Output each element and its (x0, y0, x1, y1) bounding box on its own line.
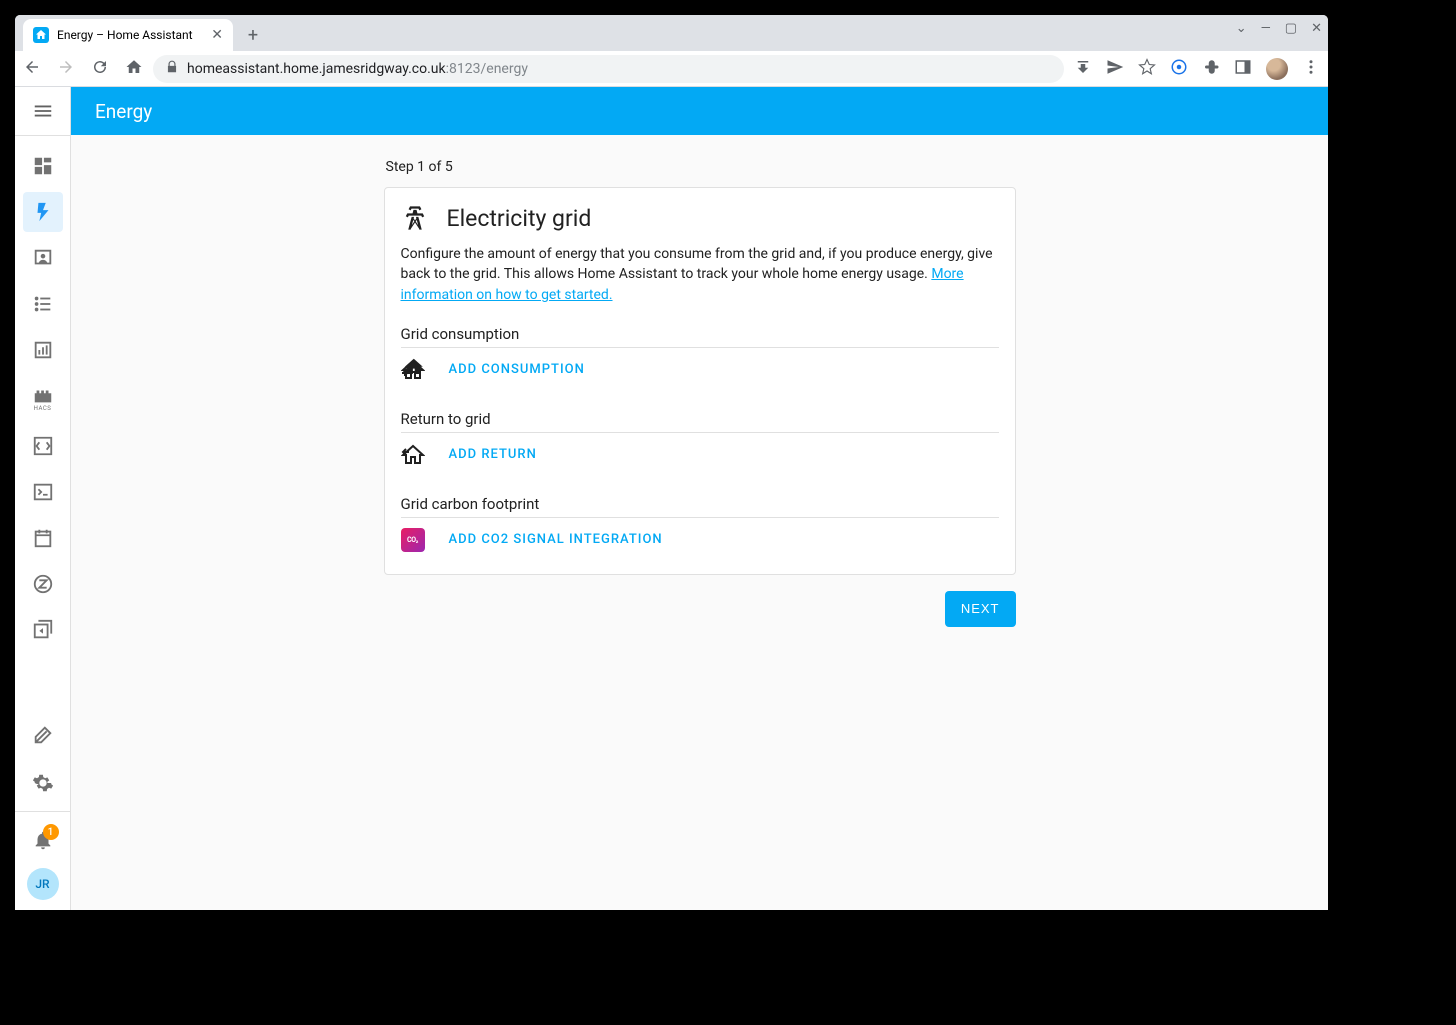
sidepanel-icon[interactable] (1234, 58, 1252, 80)
electricity-grid-card: Electricity grid Configure the amount of… (384, 187, 1016, 575)
transmission-tower-icon (401, 204, 429, 232)
password-manager-icon[interactable] (1170, 58, 1188, 80)
sidebar-item-media[interactable] (23, 610, 63, 650)
notification-badge: 1 (43, 824, 59, 840)
nav-back-icon[interactable] (23, 58, 41, 80)
menu-icon[interactable] (15, 87, 70, 135)
page-header: Energy (71, 87, 1328, 135)
sidebar-item-zigbee[interactable] (23, 564, 63, 604)
nav-reload-icon[interactable] (91, 58, 109, 80)
extensions-icon[interactable] (1202, 58, 1220, 80)
user-avatar[interactable]: JR (27, 868, 59, 900)
lock-icon (165, 60, 179, 77)
co2-signal-icon: CO₂ (401, 528, 425, 552)
sidebar-item-settings[interactable] (23, 763, 63, 803)
wizard-step-label: Step 1 of 5 (384, 159, 1016, 175)
window-close-icon[interactable]: ✕ (1311, 21, 1322, 36)
hacs-label: HACS (34, 405, 52, 412)
add-return-row[interactable]: Add return (401, 443, 999, 467)
add-return-label: Add return (449, 447, 537, 462)
send-icon[interactable] (1106, 58, 1124, 80)
browser-tab[interactable]: Energy – Home Assistant ✕ (23, 19, 233, 51)
page-title: Energy (95, 100, 152, 123)
nav-home-icon[interactable] (125, 58, 143, 80)
add-consumption-row[interactable]: Add consumption (401, 358, 999, 382)
add-co2-label: Add CO2 signal integration (449, 532, 663, 547)
nav-forward-icon (57, 58, 75, 80)
sidebar-item-overview[interactable] (23, 146, 63, 186)
add-consumption-label: Add consumption (449, 362, 585, 377)
sidebar-item-calendar[interactable] (23, 518, 63, 558)
ha-favicon (33, 27, 49, 43)
section-carbon-title: Grid carbon footprint (401, 495, 999, 513)
home-import-icon (401, 358, 425, 382)
install-app-icon[interactable] (1074, 58, 1092, 80)
sidebar-item-map[interactable] (23, 238, 63, 278)
tab-title: Energy – Home Assistant (57, 28, 193, 42)
sidebar-item-history[interactable] (23, 330, 63, 370)
card-description: Configure the amount of energy that you … (401, 244, 999, 305)
chevron-down-icon[interactable]: ⌄ (1236, 21, 1247, 36)
sidebar-item-logbook[interactable] (23, 284, 63, 324)
url-host: homeassistant.home.jamesridgway.co.uk (187, 61, 446, 77)
section-grid-consumption-title: Grid consumption (401, 325, 999, 343)
chrome-menu-icon[interactable] (1302, 58, 1320, 80)
tab-close-icon[interactable]: ✕ (211, 27, 223, 43)
sidebar: HACS (15, 87, 71, 910)
sidebar-item-terminal[interactable] (23, 472, 63, 512)
add-co2-row[interactable]: CO₂ Add CO2 signal integration (401, 528, 999, 552)
bookmark-star-icon[interactable] (1138, 58, 1156, 80)
card-title: Electricity grid (447, 205, 592, 232)
url-path: :8123/energy (446, 61, 528, 77)
next-button[interactable]: Next (945, 591, 1016, 627)
window-minimize-icon[interactable]: — (1261, 21, 1271, 36)
sidebar-item-hacs[interactable]: HACS (23, 376, 63, 420)
new-tab-button[interactable]: + (239, 21, 267, 49)
sidebar-item-devtools[interactable] (23, 715, 63, 755)
profile-avatar[interactable] (1266, 58, 1288, 80)
home-export-icon (401, 443, 425, 467)
sidebar-item-energy[interactable] (23, 192, 63, 232)
window-maximize-icon[interactable]: ▢ (1285, 21, 1297, 36)
section-return-title: Return to grid (401, 410, 999, 428)
address-bar[interactable]: homeassistant.home.jamesridgway.co.uk:81… (153, 55, 1064, 83)
sidebar-item-file-editor[interactable] (23, 426, 63, 466)
notifications-button[interactable]: 1 (23, 820, 63, 860)
